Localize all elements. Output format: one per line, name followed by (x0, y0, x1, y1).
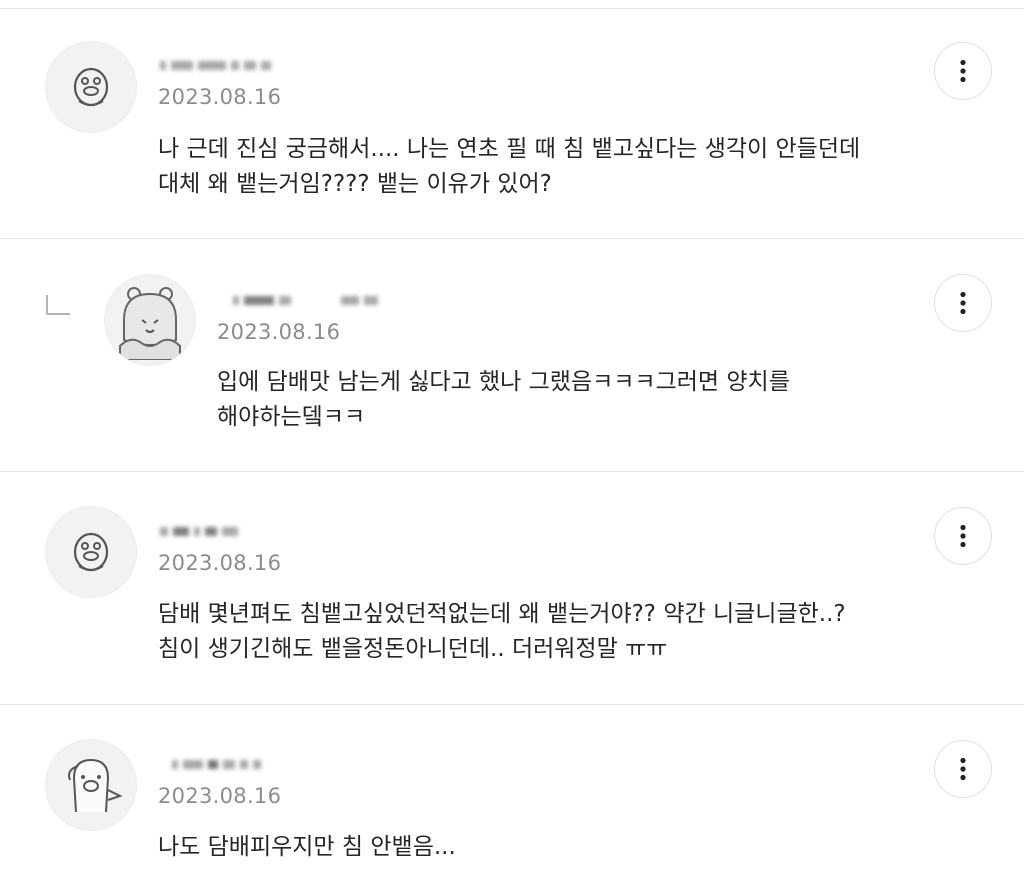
comment-date: 2023.08.16 (158, 85, 282, 109)
comment-line: 담배 몇년펴도 침뱉고싶었던적없는데 왜 뱉는거야?? 약간 니글니글한..? (158, 601, 846, 627)
pig-character-icon (68, 758, 123, 813)
avatar[interactable] (104, 274, 196, 366)
comment-line: 침이 생기긴해도 뱉을정돈아니던데.. 더러워정말 ㅠㅠ (158, 636, 668, 662)
username-blurred (172, 757, 261, 771)
comment-text: 나 근데 진심 궁금해서.... 나는 연초 필 때 침 뱉고싶다는 생각이 안… (158, 132, 860, 202)
comment-item: 2023.08.16 담배 몇년펴도 침뱉고싶었던적없는데 왜 뱉는거야?? 약… (0, 472, 1024, 704)
more-vertical-icon (960, 59, 966, 83)
more-button[interactable] (934, 274, 992, 332)
more-button[interactable] (934, 740, 992, 798)
comment-text: 담배 몇년펴도 침뱉고싶었던적없는데 왜 뱉는거야?? 약간 니글니글한..? … (158, 597, 846, 667)
hamster-character-icon (119, 287, 181, 360)
more-button[interactable] (934, 42, 992, 100)
comment-line: 대체 왜 뱉는거임???? 뱉는 이유가 있어? (158, 171, 552, 197)
comment-line: 나 근데 진심 궁금해서.... 나는 연초 필 때 침 뱉고싶다는 생각이 안… (158, 136, 861, 162)
avatar[interactable] (45, 41, 137, 133)
more-button[interactable] (934, 507, 992, 565)
duck-character-icon (73, 67, 109, 107)
comment-line: 입에 담배맛 남는게 싫다고 했나 그랬음ㅋㅋㅋ그러면 양치를 (217, 369, 790, 395)
username-blurred (160, 524, 238, 538)
comment-line: 해야하는뎈ㅋㅋ (217, 404, 366, 430)
comment-line: 나도 담배피우지만 침 안뱉음... (158, 834, 456, 860)
more-vertical-icon (960, 757, 966, 781)
avatar[interactable] (45, 506, 137, 598)
username-blurred (233, 293, 378, 307)
more-vertical-icon (960, 291, 966, 315)
comment-date: 2023.08.16 (158, 551, 282, 575)
comment-text: 나도 담배피우지만 침 안뱉음... (158, 830, 456, 865)
comment-text: 입에 담배맛 남는게 싫다고 했나 그랬음ㅋㅋㅋ그러면 양치를 해야하는뎈ㅋㅋ (217, 365, 790, 435)
avatar[interactable] (45, 739, 137, 831)
comment-date: 2023.08.16 (217, 320, 341, 344)
reply-corner-icon (46, 295, 70, 315)
more-vertical-icon (960, 524, 966, 548)
comment-item: 2023.08.16 나 근데 진심 궁금해서.... 나는 연초 필 때 침 … (0, 0, 1024, 238)
comment-date: 2023.08.16 (158, 784, 282, 808)
duck-character-icon (73, 532, 109, 572)
comment-item: 2023.08.16 나도 담배피우지만 침 안뱉음... (0, 705, 1024, 896)
username-blurred (160, 58, 271, 72)
comment-item-reply: 2023.08.16 입에 담배맛 남는게 싫다고 했나 그랬음ㅋㅋㅋ그러면 양… (0, 239, 1024, 471)
